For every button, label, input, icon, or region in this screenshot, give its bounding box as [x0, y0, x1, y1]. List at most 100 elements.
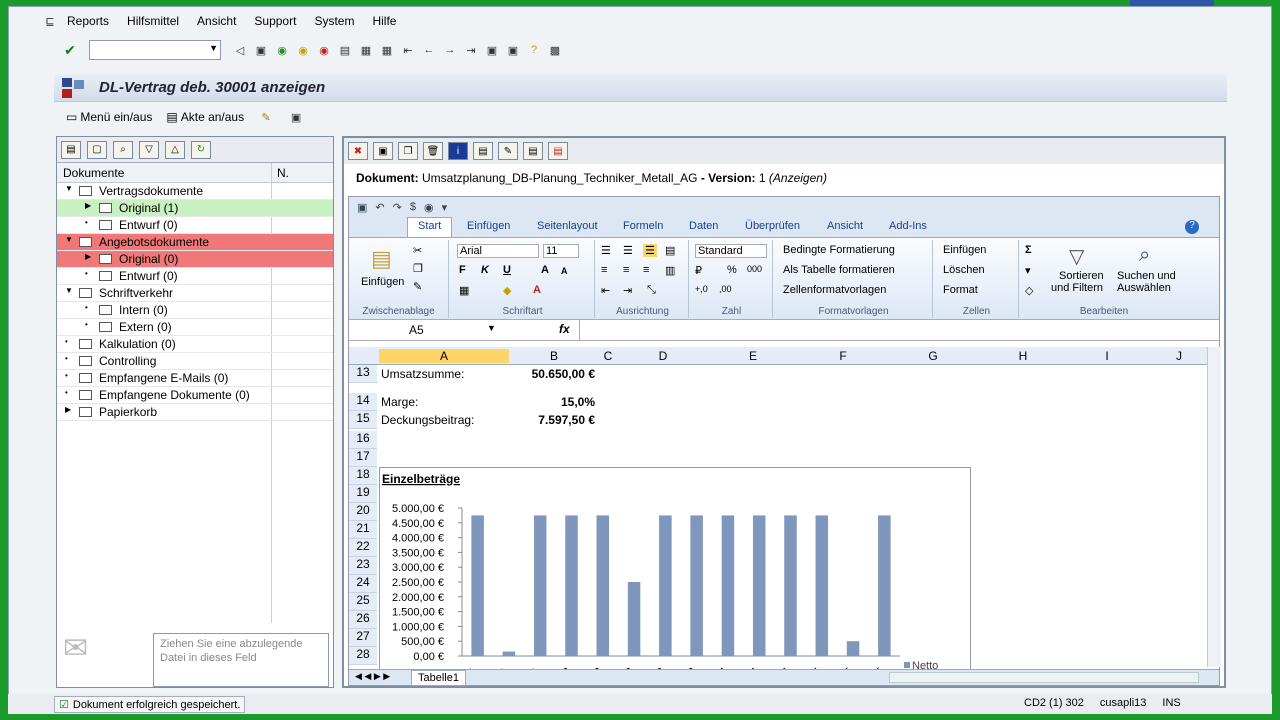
tree-item[interactable]: • Empfangene E-Mails (0)	[57, 370, 333, 387]
copy-icon[interactable]: ❐	[413, 262, 423, 275]
align-middle-icon[interactable]: ☰	[623, 244, 633, 257]
find-icon[interactable]: ▦	[358, 42, 374, 58]
file-drop-zone[interactable]: Ziehen Sie eine abzulegende Datei in die…	[153, 633, 329, 687]
row-header[interactable]: 28	[349, 647, 377, 665]
increase-decimal-icon[interactable]: +,0	[695, 284, 708, 294]
currency-icon[interactable]: $	[410, 201, 416, 213]
back-small-icon[interactable]: ◁	[232, 42, 248, 58]
help-icon[interactable]: ?	[1185, 220, 1199, 234]
menu-support[interactable]: Support	[245, 14, 305, 28]
row-header[interactable]: 21	[349, 521, 377, 539]
system-id[interactable]: CD2 (1) 302	[1024, 697, 1084, 709]
save-icon[interactable]: ▣	[253, 42, 269, 58]
currency-format-icon[interactable]: ₽	[695, 264, 702, 277]
column-header[interactable]: H	[979, 349, 1067, 363]
align-right-icon[interactable]: ≡	[643, 264, 649, 276]
tree-expander-icon[interactable]: •	[85, 303, 88, 312]
font-size-select[interactable]: 11	[543, 244, 579, 258]
redo-icon[interactable]: ↷	[393, 201, 402, 214]
chart-einzelbetraege[interactable]: Einzelbeträge 5.000,00 € 4.500,00 € 4.000,0…	[379, 467, 971, 685]
percent-icon[interactable]: %	[727, 264, 737, 276]
menu-system[interactable]: System	[305, 14, 363, 28]
column-header[interactable]: I	[1069, 349, 1145, 363]
conditional-formatting-button[interactable]: Bedingte Formatierung	[783, 244, 895, 256]
last-page-icon[interactable]: ⇥	[463, 42, 479, 58]
tree-item[interactable]: ▼ Vertragsdokumente	[57, 183, 333, 200]
align-center-icon[interactable]: ≡	[623, 264, 629, 276]
tab-formeln[interactable]: Formeln	[623, 220, 663, 232]
horizontal-scrollbar[interactable]	[889, 672, 1199, 683]
tree-expander-icon[interactable]: •	[65, 337, 68, 346]
undo-icon[interactable]: ↶	[375, 201, 384, 214]
tree-expander-icon[interactable]: ▼	[65, 286, 73, 295]
tree-expander-icon[interactable]: •	[65, 371, 68, 380]
sort-filter-label-2[interactable]: und Filtern	[1051, 282, 1103, 294]
tree-expander-icon[interactable]: ▶	[65, 405, 71, 414]
tree-refresh-icon[interactable]: ↻	[191, 140, 211, 159]
clear-icon[interactable]: ◇	[1025, 284, 1033, 297]
row-header[interactable]: 19	[349, 485, 377, 503]
row-header[interactable]: 23	[349, 557, 377, 575]
italic-icon[interactable]: K	[481, 264, 489, 276]
row-header[interactable]: 27	[349, 629, 377, 647]
next-page-icon[interactable]: →	[442, 42, 458, 58]
akte-toggle-button[interactable]: ▤ Akte an/aus	[166, 110, 244, 124]
tree-header-dokumente[interactable]: Dokumente	[63, 166, 124, 180]
tree-item[interactable]: ▶ Papierkorb	[57, 404, 333, 421]
info-icon[interactable]: i	[448, 142, 468, 160]
tree-item[interactable]: • Empfangene Dokumente (0)	[57, 387, 333, 404]
cell-a[interactable]: Deckungsbeitrag:	[381, 413, 474, 427]
prev-page-icon[interactable]: ←	[421, 42, 437, 58]
tree-expander-icon[interactable]: •	[65, 388, 68, 397]
cell-a[interactable]: Marge:	[381, 395, 418, 409]
name-box-dropdown-icon[interactable]: ▼	[487, 323, 496, 333]
font-color-icon[interactable]: A	[533, 284, 541, 296]
sheet-tab-tabelle1[interactable]: Tabelle1	[411, 670, 466, 686]
tree-item[interactable]: ▼ Schriftverkehr	[57, 285, 333, 302]
paste-button[interactable]: Einfügen	[361, 276, 404, 288]
tree-expander-icon[interactable]: •	[65, 354, 68, 363]
menu-hilfe[interactable]: Hilfe	[363, 14, 405, 28]
row-header[interactable]: 26	[349, 611, 377, 629]
orientation-icon[interactable]: ⤡	[647, 284, 656, 297]
number-format-select[interactable]: Standard	[695, 244, 767, 258]
tab-seitenlayout[interactable]: Seitenlayout	[537, 220, 598, 232]
cell-b[interactable]: 50.650,00 €	[511, 367, 595, 381]
row-header[interactable]: 25	[349, 593, 377, 611]
version-icon[interactable]: ▤	[473, 142, 493, 160]
cell-b[interactable]: 7.597,50 €	[511, 413, 595, 427]
tree-expander-icon[interactable]: ▼	[65, 184, 73, 193]
delete-cells-button[interactable]: Löschen	[943, 264, 985, 276]
paste-icon[interactable]: ▤	[371, 246, 392, 272]
column-header[interactable]: G	[889, 349, 977, 363]
cell-a[interactable]: Umsatzsumme:	[381, 367, 464, 381]
cancel-icon[interactable]: ◉	[316, 42, 332, 58]
close-doc-icon[interactable]: ✖	[348, 142, 368, 160]
tree-new-icon[interactable]: ▤	[61, 140, 81, 159]
format-as-table-button[interactable]: Als Tabelle formatieren	[783, 264, 895, 276]
cut-icon[interactable]: ✂	[413, 244, 422, 257]
tab-addins[interactable]: Add-Ins	[889, 220, 927, 232]
row-header[interactable]: 22	[349, 539, 377, 557]
pdf-icon[interactable]: ▤	[548, 142, 568, 160]
edit-icon[interactable]: ✎	[258, 109, 274, 125]
shrink-font-icon[interactable]: A	[561, 266, 568, 276]
tree-item[interactable]: • Entwurf (0)	[57, 268, 333, 285]
menu-ansicht[interactable]: Ansicht	[188, 14, 245, 28]
column-header[interactable]: B	[511, 349, 597, 363]
clipboard-icon[interactable]: ▣	[288, 109, 304, 125]
align-bottom-icon[interactable]: ☰	[643, 244, 657, 257]
tree-expander-icon[interactable]: •	[85, 269, 88, 278]
thousands-icon[interactable]: 000	[747, 264, 762, 274]
tree-item[interactable]: • Entwurf (0)	[57, 217, 333, 234]
align-left-icon[interactable]: ≡	[601, 264, 607, 276]
row-header[interactable]: 16	[349, 431, 377, 449]
formula-input[interactable]	[579, 320, 1219, 340]
menu-hilfsmittel[interactable]: Hilfsmittel	[118, 14, 188, 28]
tree-expander-icon[interactable]: ▼	[65, 235, 73, 244]
bold-icon[interactable]: F	[459, 264, 466, 276]
menu-icon[interactable]: ⊑	[42, 13, 58, 29]
sort-filter-icon[interactable]: ▽	[1069, 244, 1084, 269]
fill-icon[interactable]: ▾	[1025, 264, 1031, 277]
column-header[interactable]: E	[709, 349, 797, 363]
